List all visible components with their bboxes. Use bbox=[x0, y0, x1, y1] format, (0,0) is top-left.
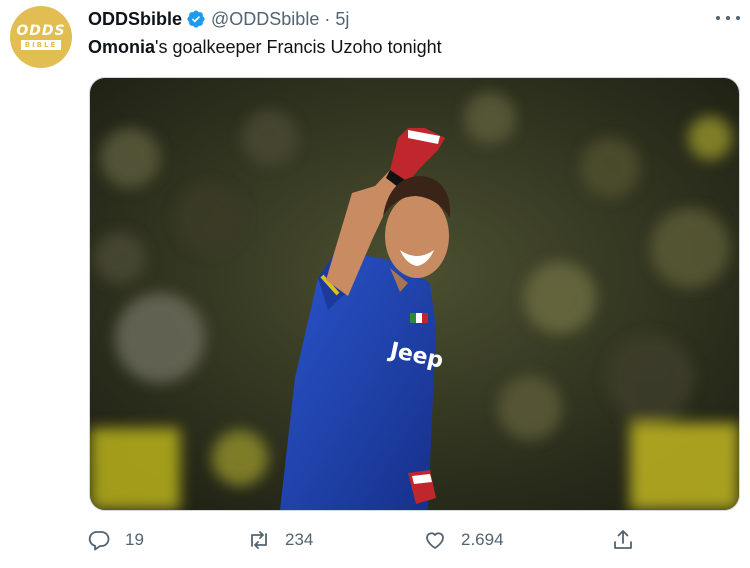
share-icon bbox=[614, 530, 632, 549]
tweet-actions: 19 234 2.694 bbox=[87, 526, 747, 554]
like-button[interactable]: 2.694 bbox=[423, 526, 504, 554]
goalkeeper-celebration-image: Jeep bbox=[90, 78, 739, 510]
retweet-icon bbox=[251, 531, 267, 549]
reply-count: 19 bbox=[125, 530, 144, 549]
reply-button[interactable]: 19 bbox=[87, 526, 144, 554]
avatar-logo-text: ODDS bbox=[16, 23, 66, 39]
tweet-text: Omonia's goalkeeper Francis Uzoho tonigh… bbox=[88, 35, 442, 59]
tweet-header: ODDSbible @ODDSbible · 5j bbox=[88, 7, 349, 31]
share-button[interactable] bbox=[611, 526, 635, 554]
retweet-count: 234 bbox=[285, 530, 314, 549]
avatar-logo-subtext: BIBLE bbox=[20, 40, 62, 50]
like-count: 2.694 bbox=[461, 530, 504, 549]
handle[interactable]: @ODDSbible bbox=[211, 9, 319, 30]
like-icon bbox=[426, 532, 444, 549]
timestamp[interactable]: 5j bbox=[335, 9, 349, 30]
tweet-text-bold: Omonia bbox=[88, 37, 156, 57]
tweet-text-rest: 's goalkeeper Francis Uzoho tonight bbox=[155, 37, 442, 57]
separator-dot: · bbox=[324, 8, 331, 29]
tweet-photo[interactable]: Jeep bbox=[89, 77, 740, 511]
display-name[interactable]: ODDSbible bbox=[88, 9, 182, 30]
avatar[interactable]: ODDS BIBLE bbox=[10, 6, 72, 68]
verified-badge-icon bbox=[186, 9, 206, 29]
retweet-button[interactable]: 234 bbox=[247, 526, 313, 554]
more-options-icon[interactable] bbox=[716, 8, 740, 28]
reply-icon bbox=[88, 531, 110, 551]
